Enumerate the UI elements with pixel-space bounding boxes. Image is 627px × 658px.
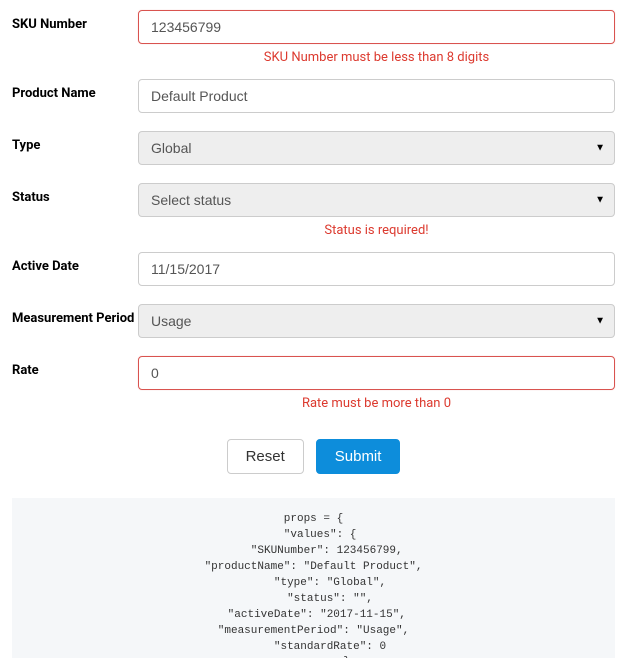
- measurement-period-label: Measurement Period: [12, 304, 138, 326]
- status-select[interactable]: Select status: [138, 183, 615, 217]
- status-label: Status: [12, 183, 138, 205]
- rate-input[interactable]: [138, 356, 615, 390]
- rate-label: Rate: [12, 356, 138, 378]
- debug-output: props = { "values": { "SKUNumber": 12345…: [12, 498, 615, 658]
- status-error: Status is required!: [138, 223, 615, 238]
- sku-label: SKU Number: [12, 10, 138, 32]
- sku-input[interactable]: [138, 10, 615, 44]
- sku-error: SKU Number must be less than 8 digits: [138, 50, 615, 65]
- rate-error: Rate must be more than 0: [138, 396, 615, 411]
- type-label: Type: [12, 131, 138, 153]
- reset-button[interactable]: Reset: [227, 439, 304, 474]
- product-name-label: Product Name: [12, 79, 138, 101]
- product-name-input[interactable]: [138, 79, 615, 113]
- active-date-label: Active Date: [12, 252, 138, 274]
- type-select[interactable]: Global: [138, 131, 615, 165]
- active-date-input[interactable]: [138, 252, 615, 286]
- measurement-period-select[interactable]: Usage: [138, 304, 615, 338]
- submit-button[interactable]: Submit: [316, 439, 401, 474]
